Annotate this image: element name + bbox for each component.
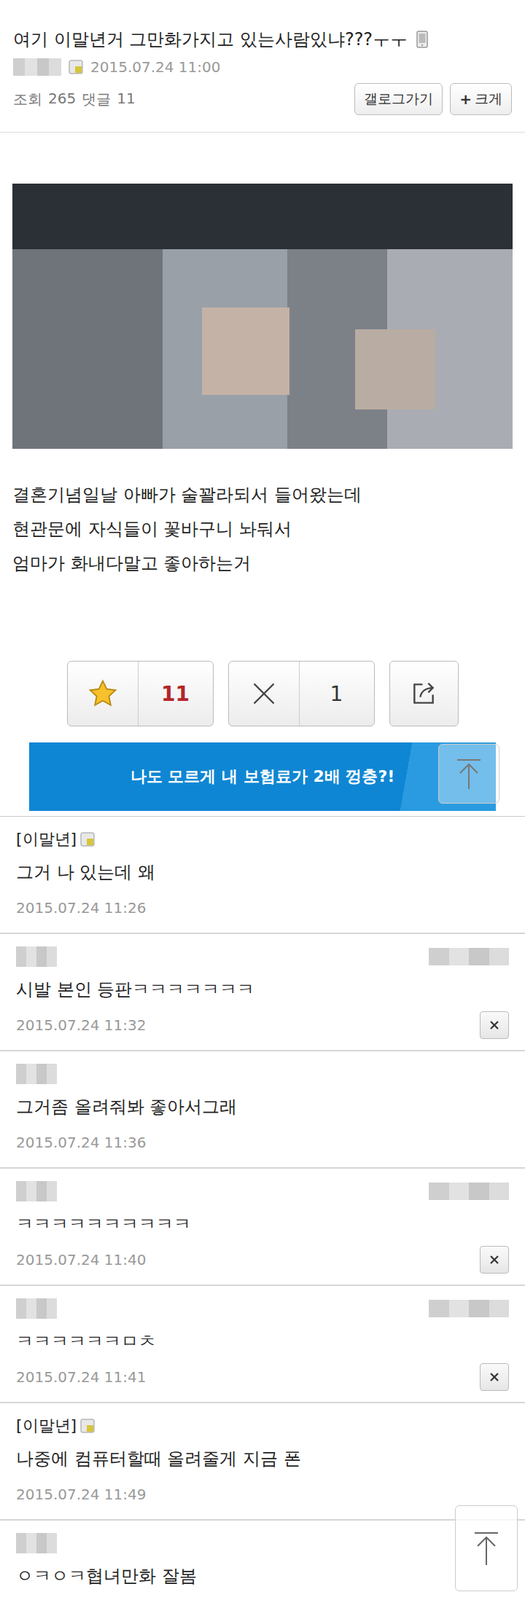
comment-author[interactable]: [이말년] xyxy=(16,829,96,851)
comments-label: 댓글 xyxy=(81,89,111,110)
comment-text: 그거 나 있는데 왜 xyxy=(16,860,509,886)
header-button[interactable]: 갤로그가기 xyxy=(354,83,443,116)
masked-author xyxy=(13,58,62,76)
comment-author[interactable]: [이말년] xyxy=(16,1416,96,1438)
masked-author xyxy=(16,1064,57,1085)
vote-bar: 111 xyxy=(12,661,513,727)
close-icon xyxy=(488,1254,501,1267)
masked-author xyxy=(16,947,57,968)
arrow-up-icon xyxy=(471,1529,501,1570)
share-button[interactable] xyxy=(389,661,459,727)
recommend-button[interactable]: 11 xyxy=(67,661,214,727)
close-icon xyxy=(488,1020,501,1032)
ad-banner[interactable]: 나도 모르게 내 보험료가 2배 껑충?! xyxy=(29,743,496,812)
title-row: 여기 이말년거 그만화가지고 있는사람있냐???ㅜㅜ xyxy=(13,27,512,52)
star-icon xyxy=(86,678,119,711)
comment: [이말년] 나중에 컴퓨터할때 올려줄게 지금 폰 2015.07.24 11:49 xyxy=(0,1404,525,1522)
comment-text: 시발 본인 등판ㅋㅋㅋㅋㅋㅋㅋ xyxy=(16,977,509,1003)
comment-text: 나중에 컴퓨터할때 올려줄게 지금 폰 xyxy=(16,1447,509,1473)
post-date: 2015.07.24 11:00 xyxy=(90,58,221,76)
delete-button[interactable] xyxy=(479,1364,509,1392)
delete-button[interactable] xyxy=(479,1246,509,1275)
author-row: 2015.07.24 11:00 xyxy=(13,58,512,76)
comment: 시발 본인 등판ㅋㅋㅋㅋㅋㅋㅋ 2015.07.24 11:32 xyxy=(0,934,525,1053)
gallog-icon[interactable] xyxy=(79,832,96,848)
comment-text: ㅋㅋㅋㅋㅋㅋㅁㅊ xyxy=(16,1330,509,1355)
comment-text: 그거좀 올려줘봐 좋아서그래 xyxy=(16,1095,509,1120)
scroll-top-button[interactable] xyxy=(455,1506,518,1593)
scroll-top-button[interactable] xyxy=(438,744,500,805)
header-button[interactable]: +크게 xyxy=(449,83,512,116)
stats-row: 조회265댓글11 갤로그가기+크게 xyxy=(13,83,512,116)
views-label: 조회 xyxy=(13,89,43,110)
masked-id xyxy=(428,1183,509,1201)
post-header: 여기 이말년거 그만화가지고 있는사람있냐???ㅜㅜ 2015.07.24 11:… xyxy=(0,0,525,133)
post-text-line: 엄마가 화내다말고 좋아하는거 xyxy=(12,546,513,582)
close-icon xyxy=(488,1372,501,1384)
gallog-icon[interactable] xyxy=(79,1419,96,1435)
post-page: 여기 이말년거 그만화가지고 있는사람있냐???ㅜㅜ 2015.07.24 11:… xyxy=(0,0,525,1600)
comments-count: 11 xyxy=(116,89,135,110)
post-title: 여기 이말년거 그만화가지고 있는사람있냐???ㅜㅜ xyxy=(13,27,408,52)
comment-date: 2015.07.24 11:40 xyxy=(16,1251,147,1270)
post-text-line: 현관문에 자식들이 꽃바구니 놔둬서 xyxy=(12,512,513,547)
views-count: 265 xyxy=(48,89,76,110)
comment-text: ㅋㅋㅋㅋㅋㅋㅋㅋㅋㅋ xyxy=(16,1212,509,1238)
post-photo xyxy=(12,183,513,450)
arrow-up-icon xyxy=(454,756,484,793)
comment-date: 2015.07.24 11:49 xyxy=(16,1486,147,1505)
post-stats: 조회265댓글11 xyxy=(13,89,136,110)
masked-author xyxy=(16,1181,57,1203)
post-text: 결혼기념일날 아빠가 술꽐라되서 들어왔는데현관문에 자식들이 꽃바구니 놔둬서… xyxy=(12,478,513,582)
nonrecommend-count: 1 xyxy=(299,662,375,727)
comment: ㅇㅋㅇㅋ협녀만화 잘봄 xyxy=(0,1521,525,1600)
masked-id xyxy=(428,1300,509,1319)
recommend-count: 11 xyxy=(138,662,213,727)
ad-area: 나도 모르게 내 보험료가 2배 껑충?! xyxy=(12,743,513,812)
masked-author xyxy=(16,1299,57,1320)
phone-icon xyxy=(416,30,429,49)
comment: [이말년] 그거 나 있는데 왜 2015.07.24 11:26 xyxy=(0,817,525,935)
comment: ㅋㅋㅋㅋㅋㅋㅋㅋㅋㅋ 2015.07.24 11:40 xyxy=(0,1169,525,1287)
comment-list: [이말년] 그거 나 있는데 왜 2015.07.24 11:26 시발 본인 등판ㅋ… xyxy=(0,816,525,1600)
nonrecommend-button[interactable]: 1 xyxy=(228,661,375,727)
comment: ㅋㅋㅋㅋㅋㅋㅁㅊ 2015.07.24 11:41 xyxy=(0,1286,525,1405)
gallog-icon[interactable] xyxy=(68,59,84,75)
post-body: 결혼기념일날 아빠가 술꽐라되서 들어왔는데현관문에 자식들이 꽃바구니 놔둬서… xyxy=(0,132,525,812)
comment-date: 2015.07.24 11:32 xyxy=(16,1017,147,1035)
comment-date: 2015.07.24 11:26 xyxy=(16,899,147,918)
comment-text: ㅇㅋㅇㅋ협녀만화 잘봄 xyxy=(16,1564,509,1590)
x-icon xyxy=(250,681,278,708)
comment: 그거좀 올려줘봐 좋아서그래 2015.07.24 11:36 xyxy=(0,1052,525,1170)
post-text-line: 결혼기념일날 아빠가 술꽐라되서 들어왔는데 xyxy=(12,478,513,513)
delete-button[interactable] xyxy=(479,1012,509,1040)
masked-id xyxy=(428,948,509,967)
masked-author xyxy=(16,1534,57,1555)
comment-date: 2015.07.24 11:36 xyxy=(16,1134,147,1153)
plus-icon: + xyxy=(459,90,472,108)
comment-date: 2015.07.24 11:41 xyxy=(16,1369,147,1387)
share-icon xyxy=(409,680,438,709)
header-buttons: 갤로그가기+크게 xyxy=(354,83,512,116)
